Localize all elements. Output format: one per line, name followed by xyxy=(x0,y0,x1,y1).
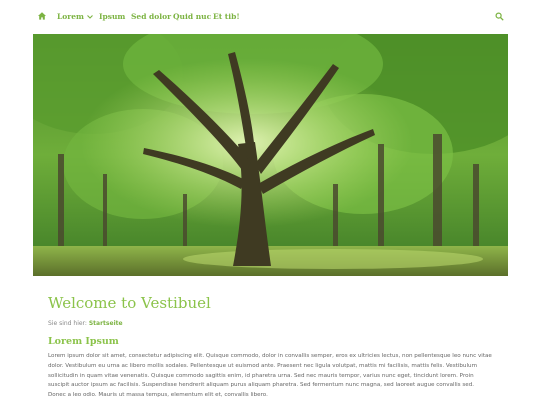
breadcrumb-link-startseite[interactable]: Startseite xyxy=(89,320,123,327)
nav-item-ipsum[interactable]: Ipsum xyxy=(99,11,125,23)
section-title: Lorem Ipsum xyxy=(48,336,119,347)
breadcrumb: Sie sind hier: Startseite xyxy=(48,319,493,328)
breadcrumb-prefix: Sie sind hier: xyxy=(48,320,87,327)
top-navigation: Lorem Ipsum Sed dolor Quid nuc Et tib! xyxy=(0,0,540,34)
nav-item-label: Lorem xyxy=(57,12,84,21)
nav-item-lorem[interactable]: Lorem xyxy=(57,11,93,23)
chevron-down-icon xyxy=(87,15,93,19)
forest-tree-photo xyxy=(33,34,508,276)
search-icon[interactable] xyxy=(495,12,504,21)
nav-item-et-tib[interactable]: Et tib! xyxy=(213,11,240,23)
nav-item-quid-nuc[interactable]: Quid nuc xyxy=(173,11,211,23)
nav-item-sed-dolor[interactable]: Sed dolor xyxy=(131,11,171,23)
page-title: Welcome to Vestibuel xyxy=(48,294,211,312)
main-content: Welcome to Vestibuel Sie sind hier: Star… xyxy=(48,292,493,401)
hero-image xyxy=(33,34,508,276)
body-paragraph: Lorem ipsum dolor sit amet, consectetur … xyxy=(48,353,492,399)
home-icon[interactable] xyxy=(37,11,47,21)
